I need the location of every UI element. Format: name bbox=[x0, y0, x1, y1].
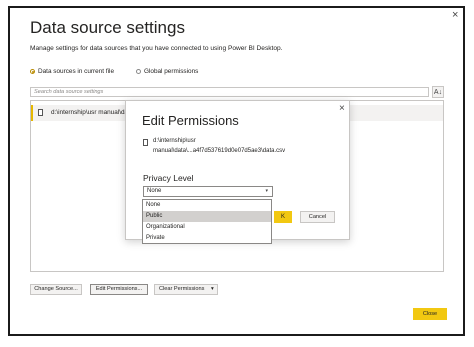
sort-icon[interactable]: A↓ bbox=[432, 86, 444, 98]
modal-close-icon[interactable]: × bbox=[339, 104, 345, 114]
option-organizational[interactable]: Organizational bbox=[143, 222, 271, 233]
option-public[interactable]: Public bbox=[143, 211, 271, 222]
dialog-title: Data source settings bbox=[30, 18, 185, 37]
modal-path-line1: d:\internship\usr bbox=[153, 138, 196, 144]
modal-path-line2: manual\data\...a4f7d537619d0e07d5ae3\dat… bbox=[153, 148, 286, 154]
radio-current-file-label: Data sources in current file bbox=[38, 68, 115, 75]
radio-global-permissions[interactable]: Global permissions bbox=[136, 68, 198, 75]
chevron-down-icon: ▾ bbox=[265, 188, 268, 194]
file-icon bbox=[38, 109, 43, 116]
search-input[interactable]: Search data source settings bbox=[30, 87, 429, 97]
option-private[interactable]: Private bbox=[143, 233, 271, 244]
clear-permissions-label: Clear Permissions bbox=[159, 286, 205, 292]
radio-current-file[interactable]: Data sources in current file bbox=[30, 68, 114, 75]
privacy-level-options: None Public Organizational Private bbox=[142, 199, 272, 244]
privacy-level-value: None bbox=[147, 188, 162, 194]
radio-global-permissions-label: Global permissions bbox=[144, 68, 199, 75]
file-icon bbox=[143, 139, 148, 146]
radio-checked-icon[interactable] bbox=[30, 69, 35, 74]
radio-unchecked-icon[interactable] bbox=[136, 69, 141, 74]
dialog-close-icon[interactable]: × bbox=[452, 10, 458, 21]
option-none[interactable]: None bbox=[143, 200, 271, 211]
cancel-button[interactable]: Cancel bbox=[300, 211, 335, 223]
modal-title: Edit Permissions bbox=[142, 113, 239, 128]
privacy-level-label: Privacy Level bbox=[143, 173, 194, 183]
privacy-level-select[interactable]: None ▾ bbox=[143, 186, 273, 197]
dialog-subtitle: Manage settings for data sources that yo… bbox=[30, 45, 283, 52]
change-source-button[interactable]: Change Source... bbox=[30, 284, 82, 295]
clear-permissions-button[interactable]: Clear Permissions ▾ bbox=[154, 284, 218, 295]
chevron-down-icon: ▾ bbox=[210, 286, 214, 292]
edit-permissions-button[interactable]: Edit Permissions... bbox=[90, 284, 148, 295]
close-button[interactable]: Close bbox=[413, 308, 447, 320]
ok-button[interactable]: K bbox=[274, 211, 292, 223]
ok-label: K bbox=[280, 214, 285, 220]
